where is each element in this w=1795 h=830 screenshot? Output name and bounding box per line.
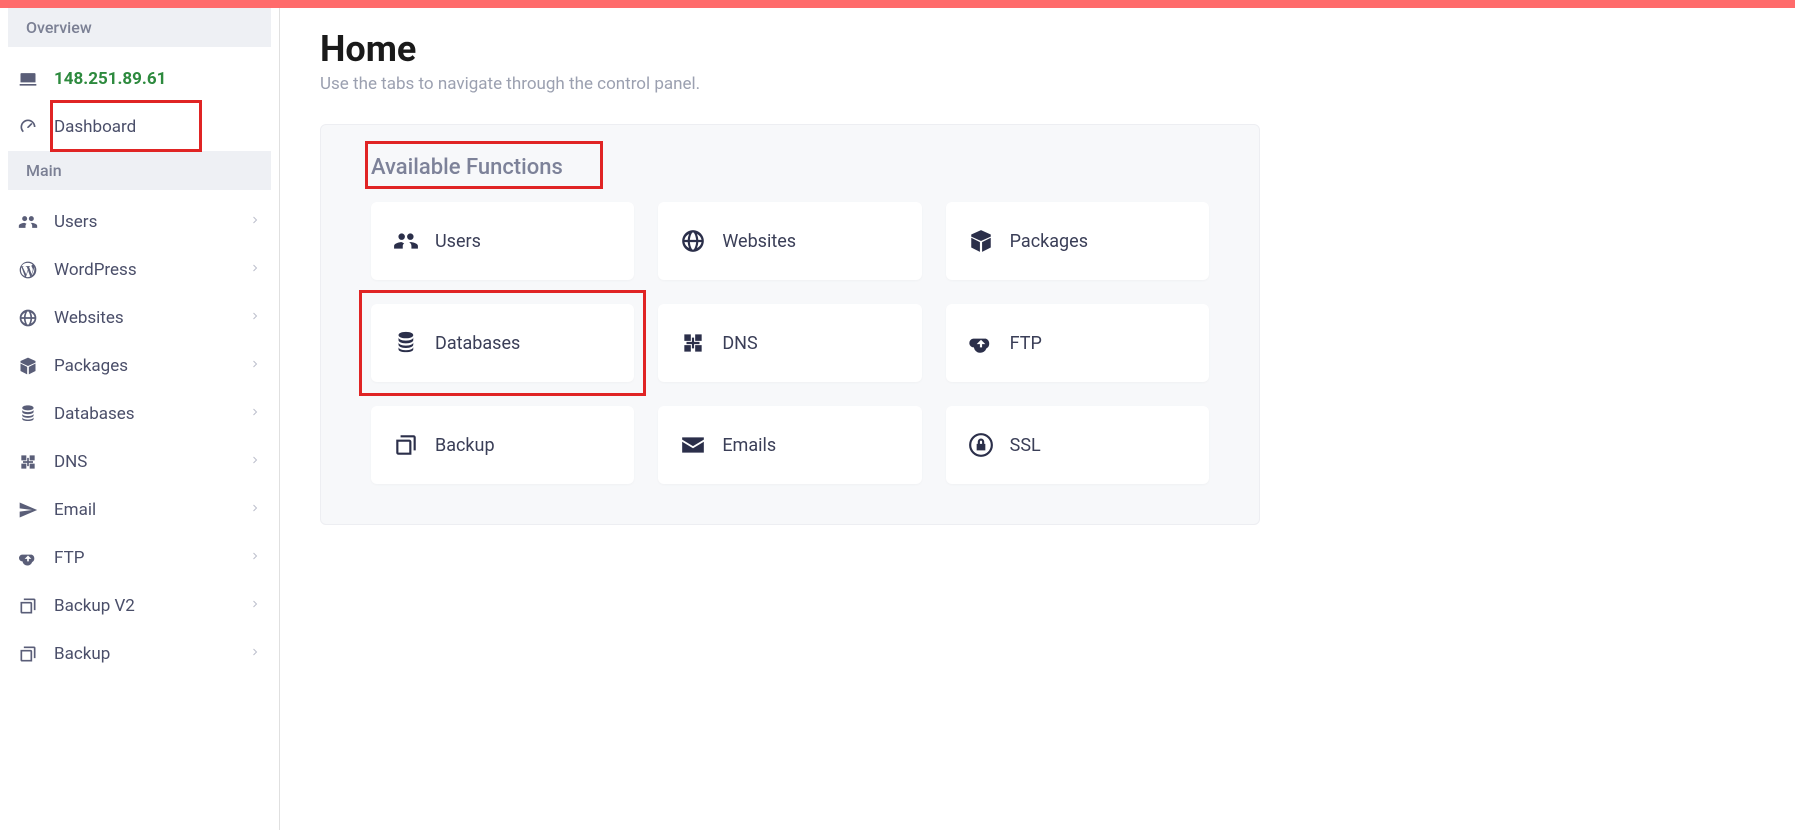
chevron-right-icon [249,262,261,278]
lock-circle-icon [966,432,996,458]
sidebar-item-databases[interactable]: Databases [0,390,279,438]
copy-icon [18,596,44,616]
card-label: DNS [722,333,757,354]
packages-icon [966,228,996,254]
sidebar-item-packages[interactable]: Packages [0,342,279,390]
sidebar-item-backup-v2[interactable]: Backup V2 [0,582,279,630]
chevron-right-icon [249,550,261,566]
card-label: Users [435,231,481,252]
copy-icon [18,644,44,664]
globe-icon [18,308,44,328]
sidebar-item-label: Databases [54,404,249,424]
sidebar-item-ip[interactable]: 148.251.89.61 [0,55,279,103]
users-icon [391,228,421,254]
card-databases[interactable]: Databases [371,304,634,382]
sidebar-item-label: Backup V2 [54,596,249,616]
sidebar-item-wordpress[interactable]: WordPress [0,246,279,294]
card-label: SSL [1010,435,1041,456]
card-label: Emails [722,435,776,456]
card-label: Websites [722,231,796,252]
sidebar-item-label: 148.251.89.61 [54,69,261,89]
page-subtitle: Use the tabs to navigate through the con… [320,74,1755,94]
sidebar-item-dns[interactable]: DNS [0,438,279,486]
dns-icon [18,452,44,472]
cloud-upload-icon [18,548,44,568]
sidebar-item-label: Backup [54,644,249,664]
sidebar-item-ftp[interactable]: FTP [0,534,279,582]
sidebar-item-label: Websites [54,308,249,328]
database-icon [18,404,44,424]
database-icon [391,330,421,356]
packages-icon [18,356,44,376]
users-icon [18,212,44,232]
card-ssl[interactable]: SSL [946,406,1209,484]
wordpress-icon [18,260,44,280]
chevron-right-icon [249,310,261,326]
chevron-right-icon [249,406,261,422]
sidebar-section-main: Main [8,151,271,190]
sidebar-item-label: WordPress [54,260,249,280]
envelope-icon [678,432,708,458]
top-accent-bar [0,0,1795,8]
sidebar-item-label: FTP [54,548,249,568]
chevron-right-icon [249,454,261,470]
sidebar-item-users[interactable]: Users [0,198,279,246]
dns-icon [678,330,708,356]
sidebar-item-dashboard[interactable]: Dashboard [0,103,279,151]
card-emails[interactable]: Emails [658,406,921,484]
sidebar-section-overview: Overview [8,8,271,47]
sidebar-item-label: Users [54,212,249,232]
sidebar-item-label: Dashboard [54,117,261,137]
card-backup[interactable]: Backup [371,406,634,484]
laptop-icon [18,69,44,89]
card-websites[interactable]: Websites [658,202,921,280]
sidebar: Overview 148.251.89.61 Dashboard Main Us… [0,8,280,830]
card-label: Packages [1010,231,1088,252]
chevron-right-icon [249,502,261,518]
card-label: Databases [435,333,520,354]
page-title: Home [320,28,1755,70]
sidebar-item-label: DNS [54,452,249,472]
dashboard-icon [18,117,44,137]
card-ftp[interactable]: FTP [946,304,1209,382]
card-label: Backup [435,435,495,456]
card-users[interactable]: Users [371,202,634,280]
chevron-right-icon [249,214,261,230]
sidebar-item-email[interactable]: Email [0,486,279,534]
card-packages[interactable]: Packages [946,202,1209,280]
cloud-upload-icon [966,330,996,356]
card-label: FTP [1010,333,1042,354]
app-container: Overview 148.251.89.61 Dashboard Main Us… [0,8,1795,830]
available-functions-panel: Available Functions Users Websites Packa… [320,124,1260,525]
globe-icon [678,228,708,254]
card-dns[interactable]: DNS [658,304,921,382]
panel-title: Available Functions [371,155,563,180]
sidebar-item-websites[interactable]: Websites [0,294,279,342]
chevron-right-icon [249,646,261,662]
sidebar-item-label: Email [54,500,249,520]
copy-icon [391,432,421,458]
chevron-right-icon [249,358,261,374]
cards-grid: Users Websites Packages Databases [371,202,1209,484]
chevron-right-icon [249,598,261,614]
sidebar-item-label: Packages [54,356,249,376]
sidebar-item-backup[interactable]: Backup [0,630,279,678]
main-content: Home Use the tabs to navigate through th… [280,8,1795,830]
send-icon [18,500,44,520]
